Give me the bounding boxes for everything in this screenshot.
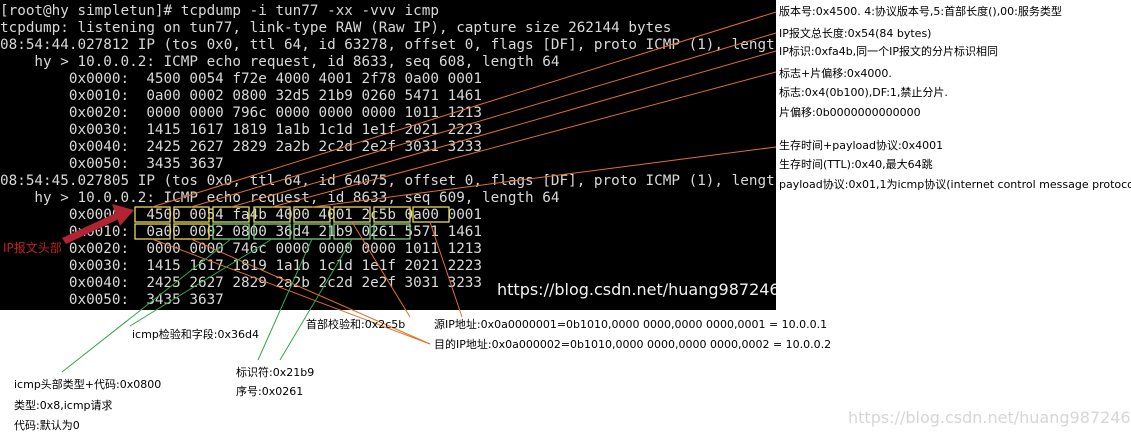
terminal-line: 0x0010: 0a00 0002 0800 32d5 21b9 0260 54… [0,88,483,104]
terminal-line: hy > 10.0.0.2: ICMP echo request, id 863… [0,190,560,206]
terminal-line: 0x0050: 3435 3637 [0,156,224,172]
annotation-frag-offset: 片偏移:0b0000000000000 [779,106,921,119]
ip-header-label: IP报文头部 [3,241,62,255]
terminal-line: 0x0000: 4500 0054 f72e 4000 4001 2f78 0a… [0,71,483,87]
terminal-line: 0x0050: 3435 3637 [0,292,224,308]
annotation-icmp-type: 类型:0x8,icmp请求 [14,399,113,412]
annotation-ttl: 生存时间(TTL):0x40,最大64跳 [779,158,933,171]
annotation-ip-id: IP标识:0xfa4b,同一个IP报文的分片标识相同 [779,45,999,58]
terminal-window[interactable]: [root@hy simpletun]# tcpdump -i tun77 -x… [0,0,776,310]
terminal-line: 0x0000: 4500 0054 fa4b 4000 4001 2c5b 0a… [0,207,483,223]
annotation-ttl-proto: 生存时间+payload协议:0x4001 [779,139,944,152]
page-watermark: https://blog.csdn.net/huang987246510 [848,408,1131,427]
terminal-line: 0x0030: 1415 1617 1819 1a1b 1c1d 1e1f 20… [0,258,483,274]
annotation-payload-proto: payload协议:0x01,1为icmp协议(internet control… [779,178,1131,191]
terminal-line: 08:54:44.027812 IP (tos 0x0, ttl 64, id … [0,37,776,53]
terminal-line: tcpdump: listening on tun77, link-type R… [0,20,672,36]
terminal-line: 0x0010: 0a00 0002 0800 36d4 21b9 0261 55… [0,224,483,240]
terminal-watermark: https://blog.csdn.net/huang987246510 [497,280,776,299]
terminal-line: 08:54:45.027805 IP (tos 0x0, ttl 64, id … [0,173,776,189]
terminal-line: 0x0040: 2425 2627 2829 2a2b 2c2d 2e2f 30… [0,139,483,155]
annotation-flags-offset: 标志+片偏移:0x4000. [779,67,892,80]
annotation-dst-ip: 目的IP地址:0x0a000002=0b1010,0000 0000,0000 … [434,338,832,351]
annotation-src-ip: 源IP地址:0x0a0000001=0b1010,0000 0000,0000 … [434,318,828,331]
terminal-line: 0x0020: 0000 0000 796c 0000 0000 0000 10… [0,105,483,121]
annotation-icmp-checksum: icmp检验和字段:0x36d4 [132,328,259,341]
terminal-line: 0x0040: 2425 2627 2829 2a2b 2c2d 2e2f 30… [0,275,483,291]
annotation-flags: 标志:0x4(0b100),DF:1,禁止分片. [779,86,948,99]
annotation-sequence: 序号:0x0261 [236,385,304,398]
terminal-line: [root@hy simpletun]# tcpdump -i tun77 -x… [0,3,439,19]
terminal-line: hy > 10.0.0.2: ICMP echo request, id 863… [0,54,560,70]
terminal-line: 0x0020: 0000 0000 746c 0000 0000 0000 10… [0,241,483,257]
annotation-icmp-code: 代码:默认为0 [14,419,80,432]
annotation-version: 版本号:0x4500. 4:协议版本号,5:首部长度(),00:服务类型 [779,5,1062,18]
terminal-line: 0x0030: 1415 1617 1819 1a1b 1c1d 1e1f 20… [0,122,483,138]
annotation-identifier: 标识符:0x21b9 [236,366,315,379]
annotation-total-length: IP报文总长度:0x54(84 bytes) [779,27,932,40]
annotation-icmp-type-code: icmp头部类型+代码:0x0800 [14,378,162,391]
annotation-header-checksum: 首部校验和:0x2c5b [306,318,406,331]
